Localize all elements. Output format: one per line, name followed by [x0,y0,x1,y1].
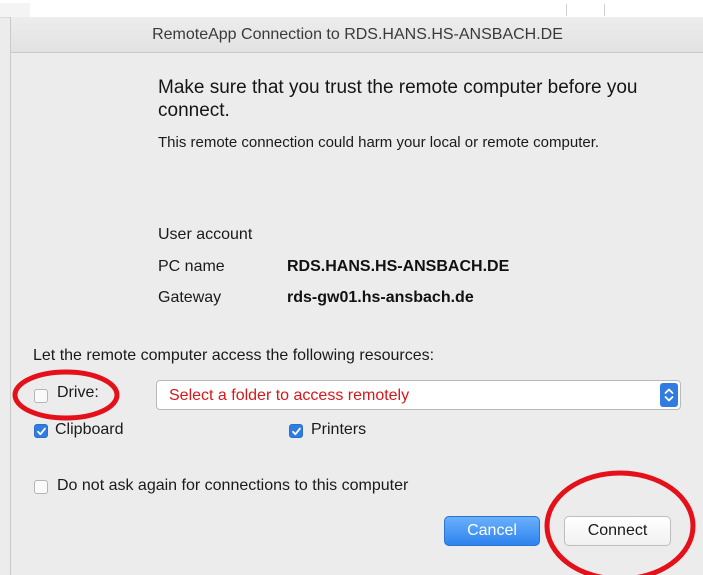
user-account-label: User account [158,226,253,243]
window-border [10,52,11,575]
printers-label[interactable]: Printers [311,421,366,439]
printers-checkbox[interactable] [289,424,303,438]
folder-select-value: Select a folder to access remotely [169,387,410,404]
chevron-up-down-icon[interactable] [660,383,678,407]
folder-select[interactable]: Select a folder to access remotely [156,380,681,410]
gateway-label: Gateway [158,289,222,306]
do-not-ask-checkbox[interactable] [34,480,48,494]
background-divider [566,4,567,16]
background-strip [0,0,703,18]
drive-label[interactable]: Drive: [57,384,99,402]
checkmark-icon [37,427,46,436]
pc-name-label: PC name [158,258,225,275]
connect-button[interactable]: Connect [564,516,671,546]
checkmark-icon [292,427,301,436]
screenshot-frame: RemoteApp Connection to RDS.HANS.HS-ANSB… [0,0,703,575]
trust-heading: Make sure that you trust the remote comp… [158,77,638,121]
cancel-button[interactable]: Cancel [444,516,540,546]
do-not-ask-label[interactable]: Do not ask again for connections to this… [57,477,408,495]
window-title: RemoteApp Connection to RDS.HANS.HS-ANSB… [10,17,703,53]
background-element [0,3,30,18]
pc-name-value: RDS.HANS.HS-ANSBACH.DE [287,258,510,275]
gateway-value: rds-gw01.hs-ansbach.de [287,289,474,306]
clipboard-checkbox[interactable] [34,424,48,438]
resources-label: Let the remote computer access the follo… [33,347,435,364]
drive-checkbox[interactable] [34,389,48,403]
clipboard-label[interactable]: Clipboard [55,421,123,439]
background-divider [604,4,605,16]
warning-text: This remote connection could harm your l… [158,134,600,151]
